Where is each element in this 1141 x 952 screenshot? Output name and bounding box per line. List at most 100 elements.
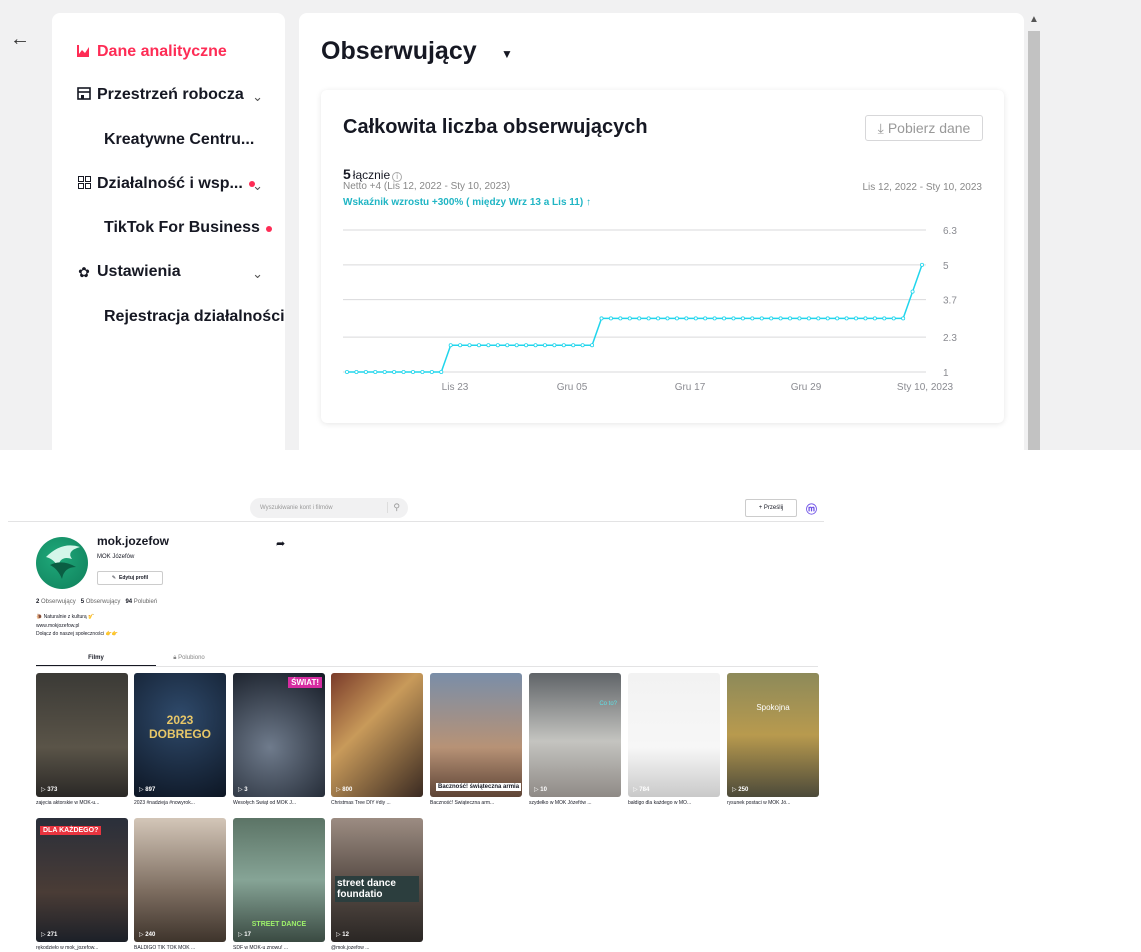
- video-thumbnail[interactable]: Spokojna ▷ 250: [727, 673, 819, 797]
- data-point[interactable]: [524, 343, 529, 348]
- data-point[interactable]: [759, 316, 764, 321]
- data-point[interactable]: [552, 343, 557, 348]
- data-point[interactable]: [401, 369, 406, 374]
- scroll-up-icon[interactable]: ▲: [1029, 14, 1039, 25]
- data-point[interactable]: [665, 316, 670, 321]
- data-point[interactable]: [891, 316, 896, 321]
- data-point[interactable]: [835, 316, 840, 321]
- data-point[interactable]: [542, 343, 547, 348]
- following-label[interactable]: Obserwujący: [41, 599, 76, 605]
- data-point[interactable]: [901, 316, 906, 321]
- data-point[interactable]: [882, 316, 887, 321]
- data-point[interactable]: [656, 316, 661, 321]
- video-thumbnail[interactable]: DLA KAŻDEGO? ▷ 271: [36, 818, 128, 942]
- video-caption[interactable]: szydełko w MOK Józefów ...: [529, 800, 621, 806]
- data-point[interactable]: [580, 343, 585, 348]
- search-input[interactable]: Wyszukiwanie kont i filmów ⚲: [250, 498, 408, 518]
- data-point[interactable]: [872, 316, 877, 321]
- data-point[interactable]: [920, 262, 925, 267]
- bio-link[interactable]: www.mokjozefow.pl: [36, 623, 79, 629]
- video-caption[interactable]: 2023 #nadzieja #nowyrok...: [134, 800, 226, 806]
- data-point[interactable]: [797, 316, 802, 321]
- data-point[interactable]: [344, 369, 349, 374]
- data-point[interactable]: [476, 343, 481, 348]
- scroll-thumb[interactable]: [1028, 31, 1040, 450]
- data-point[interactable]: [825, 316, 830, 321]
- data-point[interactable]: [410, 369, 415, 374]
- back-arrow-icon[interactable]: ←: [10, 28, 30, 51]
- data-point[interactable]: [854, 316, 859, 321]
- data-point[interactable]: [769, 316, 774, 321]
- sidebar-item-settings[interactable]: ✿ Ustawienia: [75, 263, 180, 281]
- video-thumbnail[interactable]: ▷ 800: [331, 673, 423, 797]
- data-point[interactable]: [571, 343, 576, 348]
- followers-label[interactable]: Obserwujący: [86, 599, 121, 605]
- data-point[interactable]: [750, 316, 755, 321]
- video-caption[interactable]: zajęcia aktorskie w MOK-u...: [36, 800, 128, 806]
- video-caption[interactable]: rękodzieło w mok_jozefow...: [36, 945, 128, 951]
- video-caption[interactable]: Baczność! Świąteczna arm...: [430, 800, 522, 806]
- data-point[interactable]: [731, 316, 736, 321]
- video-caption[interactable]: rysunek postaci w MOK Jó...: [727, 800, 819, 806]
- data-point[interactable]: [627, 316, 632, 321]
- video-caption[interactable]: @mok.jozefow ...: [331, 945, 423, 951]
- sidebar-item-creative-center[interactable]: Kreatywne Centru...: [104, 131, 254, 149]
- scrollbar[interactable]: ▲: [1026, 13, 1042, 450]
- data-point[interactable]: [354, 369, 359, 374]
- data-point[interactable]: [646, 316, 651, 321]
- data-point[interactable]: [788, 316, 793, 321]
- video-caption[interactable]: bałdigo dla każdego w MO...: [628, 800, 720, 806]
- video-thumbnail[interactable]: ▷ 373: [36, 673, 128, 797]
- sidebar-item-analytics[interactable]: Dane analityczne: [75, 43, 227, 61]
- data-point[interactable]: [778, 316, 783, 321]
- info-icon[interactable]: i: [392, 171, 403, 182]
- share-icon[interactable]: ➦: [276, 537, 285, 550]
- data-point[interactable]: [608, 316, 613, 321]
- data-point[interactable]: [684, 316, 689, 321]
- video-caption[interactable]: SDF w MOK-u znowu! ...: [233, 945, 325, 951]
- data-point[interactable]: [806, 316, 811, 321]
- download-data-button[interactable]: ⤓ Pobierz dane: [865, 115, 983, 141]
- tab-films[interactable]: Filmy: [36, 655, 156, 661]
- chevron-down-icon[interactable]: ⌄: [252, 89, 263, 105]
- data-point[interactable]: [844, 316, 849, 321]
- page-title[interactable]: Obserwujący: [321, 37, 477, 66]
- data-point[interactable]: [599, 316, 604, 321]
- data-point[interactable]: [392, 369, 397, 374]
- data-point[interactable]: [712, 316, 717, 321]
- data-point[interactable]: [363, 369, 368, 374]
- search-icon[interactable]: ⚲: [387, 502, 400, 513]
- data-point[interactable]: [420, 369, 425, 374]
- video-thumbnail[interactable]: street dance foundatio ▷ 12: [331, 818, 423, 942]
- data-point[interactable]: [693, 316, 698, 321]
- video-caption[interactable]: Christmas Tree DIY #diy ...: [331, 800, 423, 806]
- data-point[interactable]: [448, 343, 453, 348]
- sidebar-item-workspace[interactable]: Przestrzeń robocza: [75, 86, 244, 104]
- data-point[interactable]: [703, 316, 708, 321]
- video-thumbnail[interactable]: ▷ 240: [134, 818, 226, 942]
- data-point[interactable]: [910, 289, 915, 294]
- data-point[interactable]: [439, 369, 444, 374]
- data-point[interactable]: [514, 343, 519, 348]
- data-point[interactable]: [740, 316, 745, 321]
- data-point[interactable]: [561, 343, 566, 348]
- caret-down-icon[interactable]: ▼: [501, 47, 513, 61]
- data-point[interactable]: [495, 343, 500, 348]
- data-point[interactable]: [467, 343, 472, 348]
- data-point[interactable]: [429, 369, 434, 374]
- data-point[interactable]: [505, 343, 510, 348]
- video-thumbnail[interactable]: ▷ 784: [628, 673, 720, 797]
- edit-profile-button[interactable]: ✎ Edytuj profil: [97, 571, 163, 585]
- chevron-down-icon[interactable]: ⌄: [252, 178, 263, 194]
- upload-button[interactable]: + Prześlij: [745, 499, 797, 517]
- user-avatar-icon[interactable]: ⓜ: [806, 501, 817, 517]
- sidebar-item-business[interactable]: Działalność i wsp...: [75, 175, 255, 193]
- sidebar-item-tiktok-for-business[interactable]: TikTok For Business: [104, 219, 272, 237]
- data-point[interactable]: [674, 316, 679, 321]
- data-point[interactable]: [458, 343, 463, 348]
- tab-liked[interactable]: 🔒︎ Polubiono: [160, 655, 218, 662]
- data-point[interactable]: [590, 343, 595, 348]
- video-thumbnail[interactable]: STREET DANCE ▷ 17: [233, 818, 325, 942]
- data-point[interactable]: [373, 369, 378, 374]
- data-point[interactable]: [816, 316, 821, 321]
